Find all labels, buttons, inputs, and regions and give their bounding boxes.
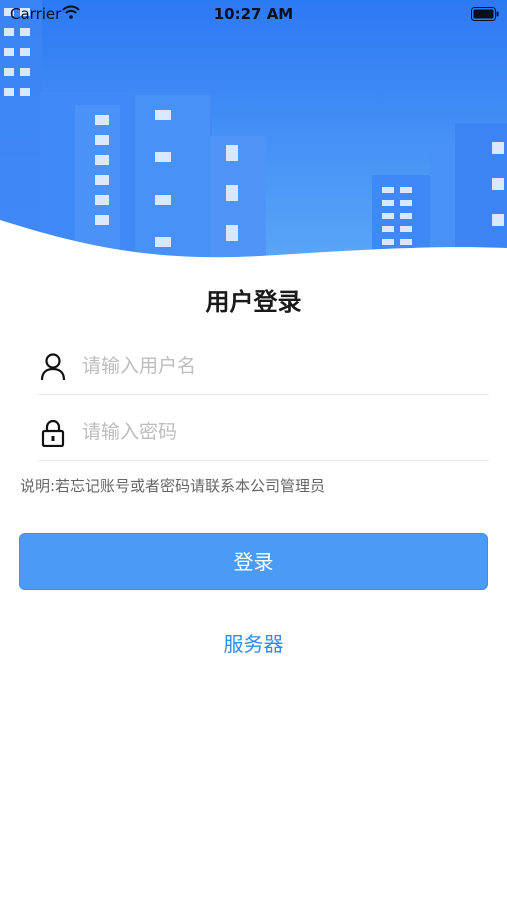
user-icon: [40, 353, 66, 381]
page-title: 用户登录: [205, 288, 302, 316]
username-field: [37, 336, 489, 395]
lock-icon: [41, 419, 65, 447]
status-bar: Carrier 10:27 AM: [0, 0, 507, 30]
battery-icon: [471, 7, 499, 21]
password-input[interactable]: [82, 412, 482, 452]
header-banner: [0, 0, 507, 262]
clock-time: 10:27 AM: [213, 5, 294, 23]
city-skyline-illustration: [0, 0, 507, 262]
login-button[interactable]: 登录: [19, 533, 488, 590]
password-field: [37, 402, 489, 461]
help-note: 说明:若忘记账号或者密码请联系本公司管理员: [20, 477, 326, 495]
username-input[interactable]: [82, 346, 482, 386]
server-link[interactable]: 服务器: [0, 628, 507, 657]
